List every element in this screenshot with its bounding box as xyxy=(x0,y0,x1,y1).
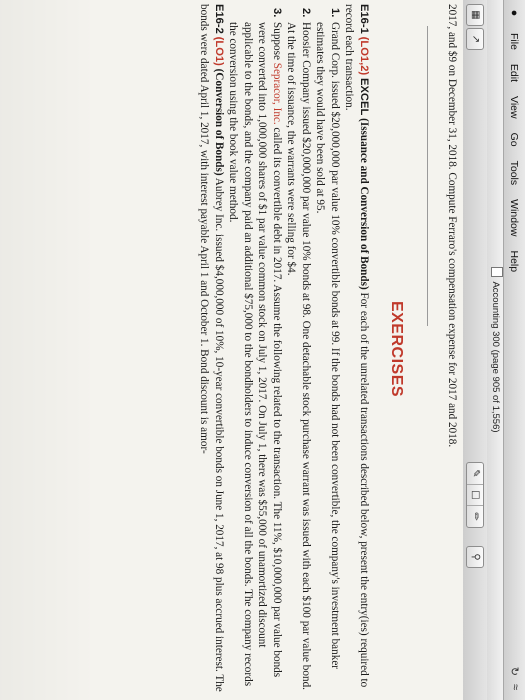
divider xyxy=(427,26,429,326)
menu-file[interactable]: File xyxy=(509,26,521,57)
item-prefix: Suppose xyxy=(271,22,283,60)
share-button[interactable]: ↗ xyxy=(466,28,484,50)
list-item: 1. Grand Corp. issued $20,000,000 par va… xyxy=(313,4,342,694)
markup-toolbar-group: ✎ □ ✏ xyxy=(466,462,484,528)
exercise-title: (Issuance and Conversion of Bonds) xyxy=(358,118,370,290)
list-item: 3. Suppose Sepracor, Inc. called its con… xyxy=(226,4,284,694)
item-number: 1. xyxy=(329,8,341,18)
window-title-bar: Accounting 300 (page 905 of 1,556) xyxy=(487,0,503,700)
menu-bar: ● File Edit View Go Tools Window Help ↻ … xyxy=(503,0,525,700)
section-heading: EXERCISES xyxy=(388,300,406,398)
sidebar-icon: ▦ xyxy=(470,10,481,20)
learning-objective: (LO1) xyxy=(213,36,225,66)
company-link[interactable]: Sepracor, Inc. xyxy=(271,63,283,125)
item-text: Hoosier Company issued $20,000,000 par v… xyxy=(285,22,313,690)
window-title: Accounting 300 (page 905 of 1,556) xyxy=(490,281,501,433)
exercise-e16-2: E16-2 (LO1) (Conversion of Bonds) Aubrey… xyxy=(197,4,226,694)
page-content: 2017, and $9 on December 31, 2018. Compu… xyxy=(197,4,459,694)
sync-icon[interactable]: ↻ xyxy=(508,667,521,676)
exercise-items: 1. Grand Corp. issued $20,000,000 par va… xyxy=(226,4,342,694)
search-button[interactable]: ⚲ xyxy=(466,546,484,568)
shapes-icon[interactable]: □ xyxy=(467,484,483,507)
wifi-icon[interactable]: ≈ xyxy=(508,684,521,690)
menu-go[interactable]: Go xyxy=(509,126,521,154)
excel-tag: EXCEL xyxy=(358,78,370,116)
item-number: 3. xyxy=(271,8,283,18)
intro-text: 2017, and $9 on December 31, 2018. Compu… xyxy=(446,4,458,448)
exercise-number: E16-2 xyxy=(213,4,225,34)
apple-icon[interactable]: ● xyxy=(509,6,521,20)
item-text: Grand Corp. issued $20,000,000 par value… xyxy=(314,22,342,670)
share-icon: ↗ xyxy=(470,34,481,44)
exercise-title: (Conversion of Bonds) xyxy=(213,68,225,176)
list-item: 2. Hoosier Company issued $20,000,000 pa… xyxy=(284,4,313,694)
learning-objective: (LO1,2) xyxy=(358,36,370,76)
item-number: 2. xyxy=(300,8,312,18)
document-icon xyxy=(491,267,503,278)
toolbar: ▦ ↗ ✎ □ ✏ ⚲ xyxy=(462,0,487,700)
menu-tools[interactable]: Tools xyxy=(509,154,521,193)
edit-icon[interactable]: ✏ xyxy=(467,506,483,527)
status-area: ↻ ≈ xyxy=(508,667,521,690)
menu-edit[interactable]: Edit xyxy=(509,57,521,89)
exercise-e16-1: E16-1 (LO1,2) EXCEL (Issuance and Conver… xyxy=(342,4,371,694)
menu-window[interactable]: Window xyxy=(509,192,521,243)
menu-view[interactable]: View xyxy=(509,89,521,126)
pen-icon[interactable]: ✎ xyxy=(467,463,483,485)
screen: ● File Edit View Go Tools Window Help ↻ … xyxy=(0,0,525,700)
exercise-number: E16-1 xyxy=(358,4,370,34)
menu-help[interactable]: Help xyxy=(509,243,521,279)
search-icon: ⚲ xyxy=(470,553,481,561)
document-page: 2017, and $9 on December 31, 2018. Compu… xyxy=(0,0,463,700)
sidebar-toggle-button[interactable]: ▦ xyxy=(466,4,484,26)
